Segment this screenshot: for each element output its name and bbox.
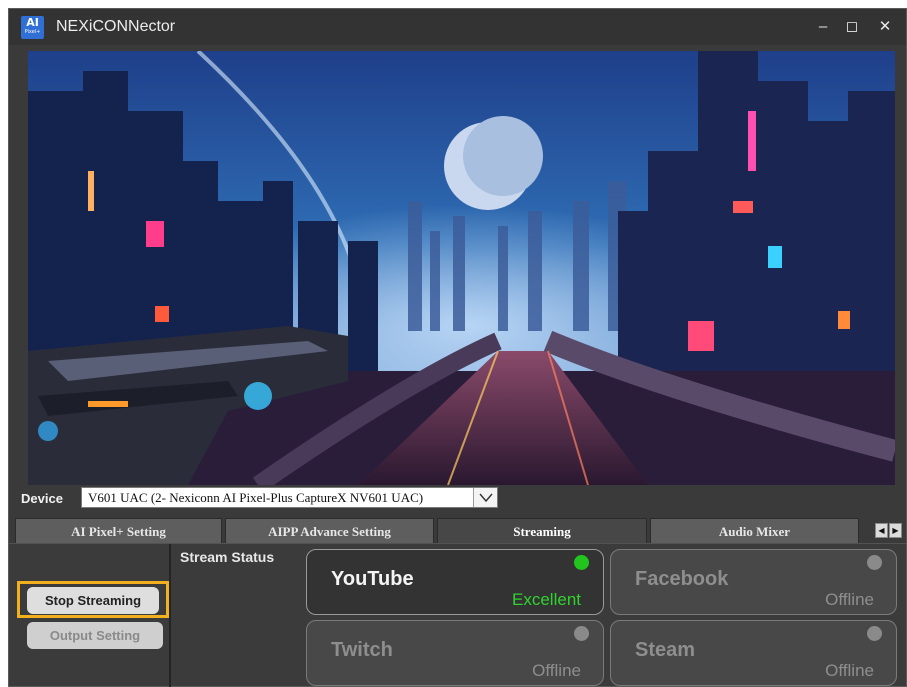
platform-name: Steam — [635, 639, 696, 661]
platform-status: Excellent — [512, 590, 581, 609]
platform-name: Twitch — [331, 639, 393, 661]
tab-audio-mixer[interactable]: Audio Mixer — [650, 518, 859, 543]
output-setting-button[interactable]: Output Setting — [27, 622, 163, 649]
tab-scroll-right-icon[interactable]: ▶ — [889, 523, 902, 538]
streaming-panel: Stop Streaming Output Setting Stream Sta… — [9, 543, 906, 687]
stream-status-heading: Stream Status — [180, 549, 275, 565]
title-bar: AI Pixel+ NEXiCONNector – ◻ ✕ — [9, 9, 906, 45]
status-dot-icon — [867, 626, 882, 641]
platform-card-twitch[interactable]: Twitch Offline — [306, 620, 604, 686]
platform-card-youtube[interactable]: YouTube Excellent — [306, 549, 604, 615]
minimize-icon[interactable]: – — [809, 15, 837, 39]
platform-status: Offline — [532, 661, 581, 680]
platform-card-facebook[interactable]: Facebook Offline — [610, 549, 897, 615]
stream-actions: Stop Streaming Output Setting — [9, 544, 171, 687]
app-window: AI Pixel+ NEXiCONNector – ◻ ✕ Device V60… — [8, 8, 907, 687]
device-select-value: V601 UAC (2- Nexiconn AI Pixel-Plus Capt… — [88, 490, 424, 505]
status-dot-icon — [574, 555, 589, 570]
platform-status: Offline — [825, 590, 874, 609]
app-logo-subtext: Pixel+ — [24, 29, 41, 35]
chevron-down-icon[interactable] — [473, 488, 497, 507]
platform-card-steam[interactable]: Steam Offline — [610, 620, 897, 686]
status-dot-icon — [574, 626, 589, 641]
tab-aipp-advance-setting[interactable]: AIPP Advance Setting — [225, 518, 434, 543]
platform-name: Facebook — [635, 568, 729, 590]
device-select[interactable]: V601 UAC (2- Nexiconn AI Pixel-Plus Capt… — [81, 487, 498, 508]
close-icon[interactable]: ✕ — [871, 15, 899, 39]
status-dot-icon — [867, 555, 882, 570]
tab-scroll-left-icon[interactable]: ◀ — [875, 523, 888, 538]
platform-name: YouTube — [331, 568, 414, 590]
stop-streaming-button[interactable]: Stop Streaming — [27, 587, 159, 614]
platform-status: Offline — [825, 661, 874, 680]
preview-image — [28, 51, 895, 485]
maximize-icon[interactable]: ◻ — [838, 15, 866, 39]
tab-ai-pixel-setting[interactable]: AI Pixel+ Setting — [15, 518, 222, 543]
window-title: NEXiCONNector — [56, 18, 176, 35]
app-logo: AI Pixel+ — [21, 16, 44, 39]
app-logo-text: AI — [26, 16, 39, 29]
device-label: Device — [21, 491, 63, 506]
tab-streaming[interactable]: Streaming — [437, 518, 647, 543]
video-preview — [28, 51, 895, 485]
